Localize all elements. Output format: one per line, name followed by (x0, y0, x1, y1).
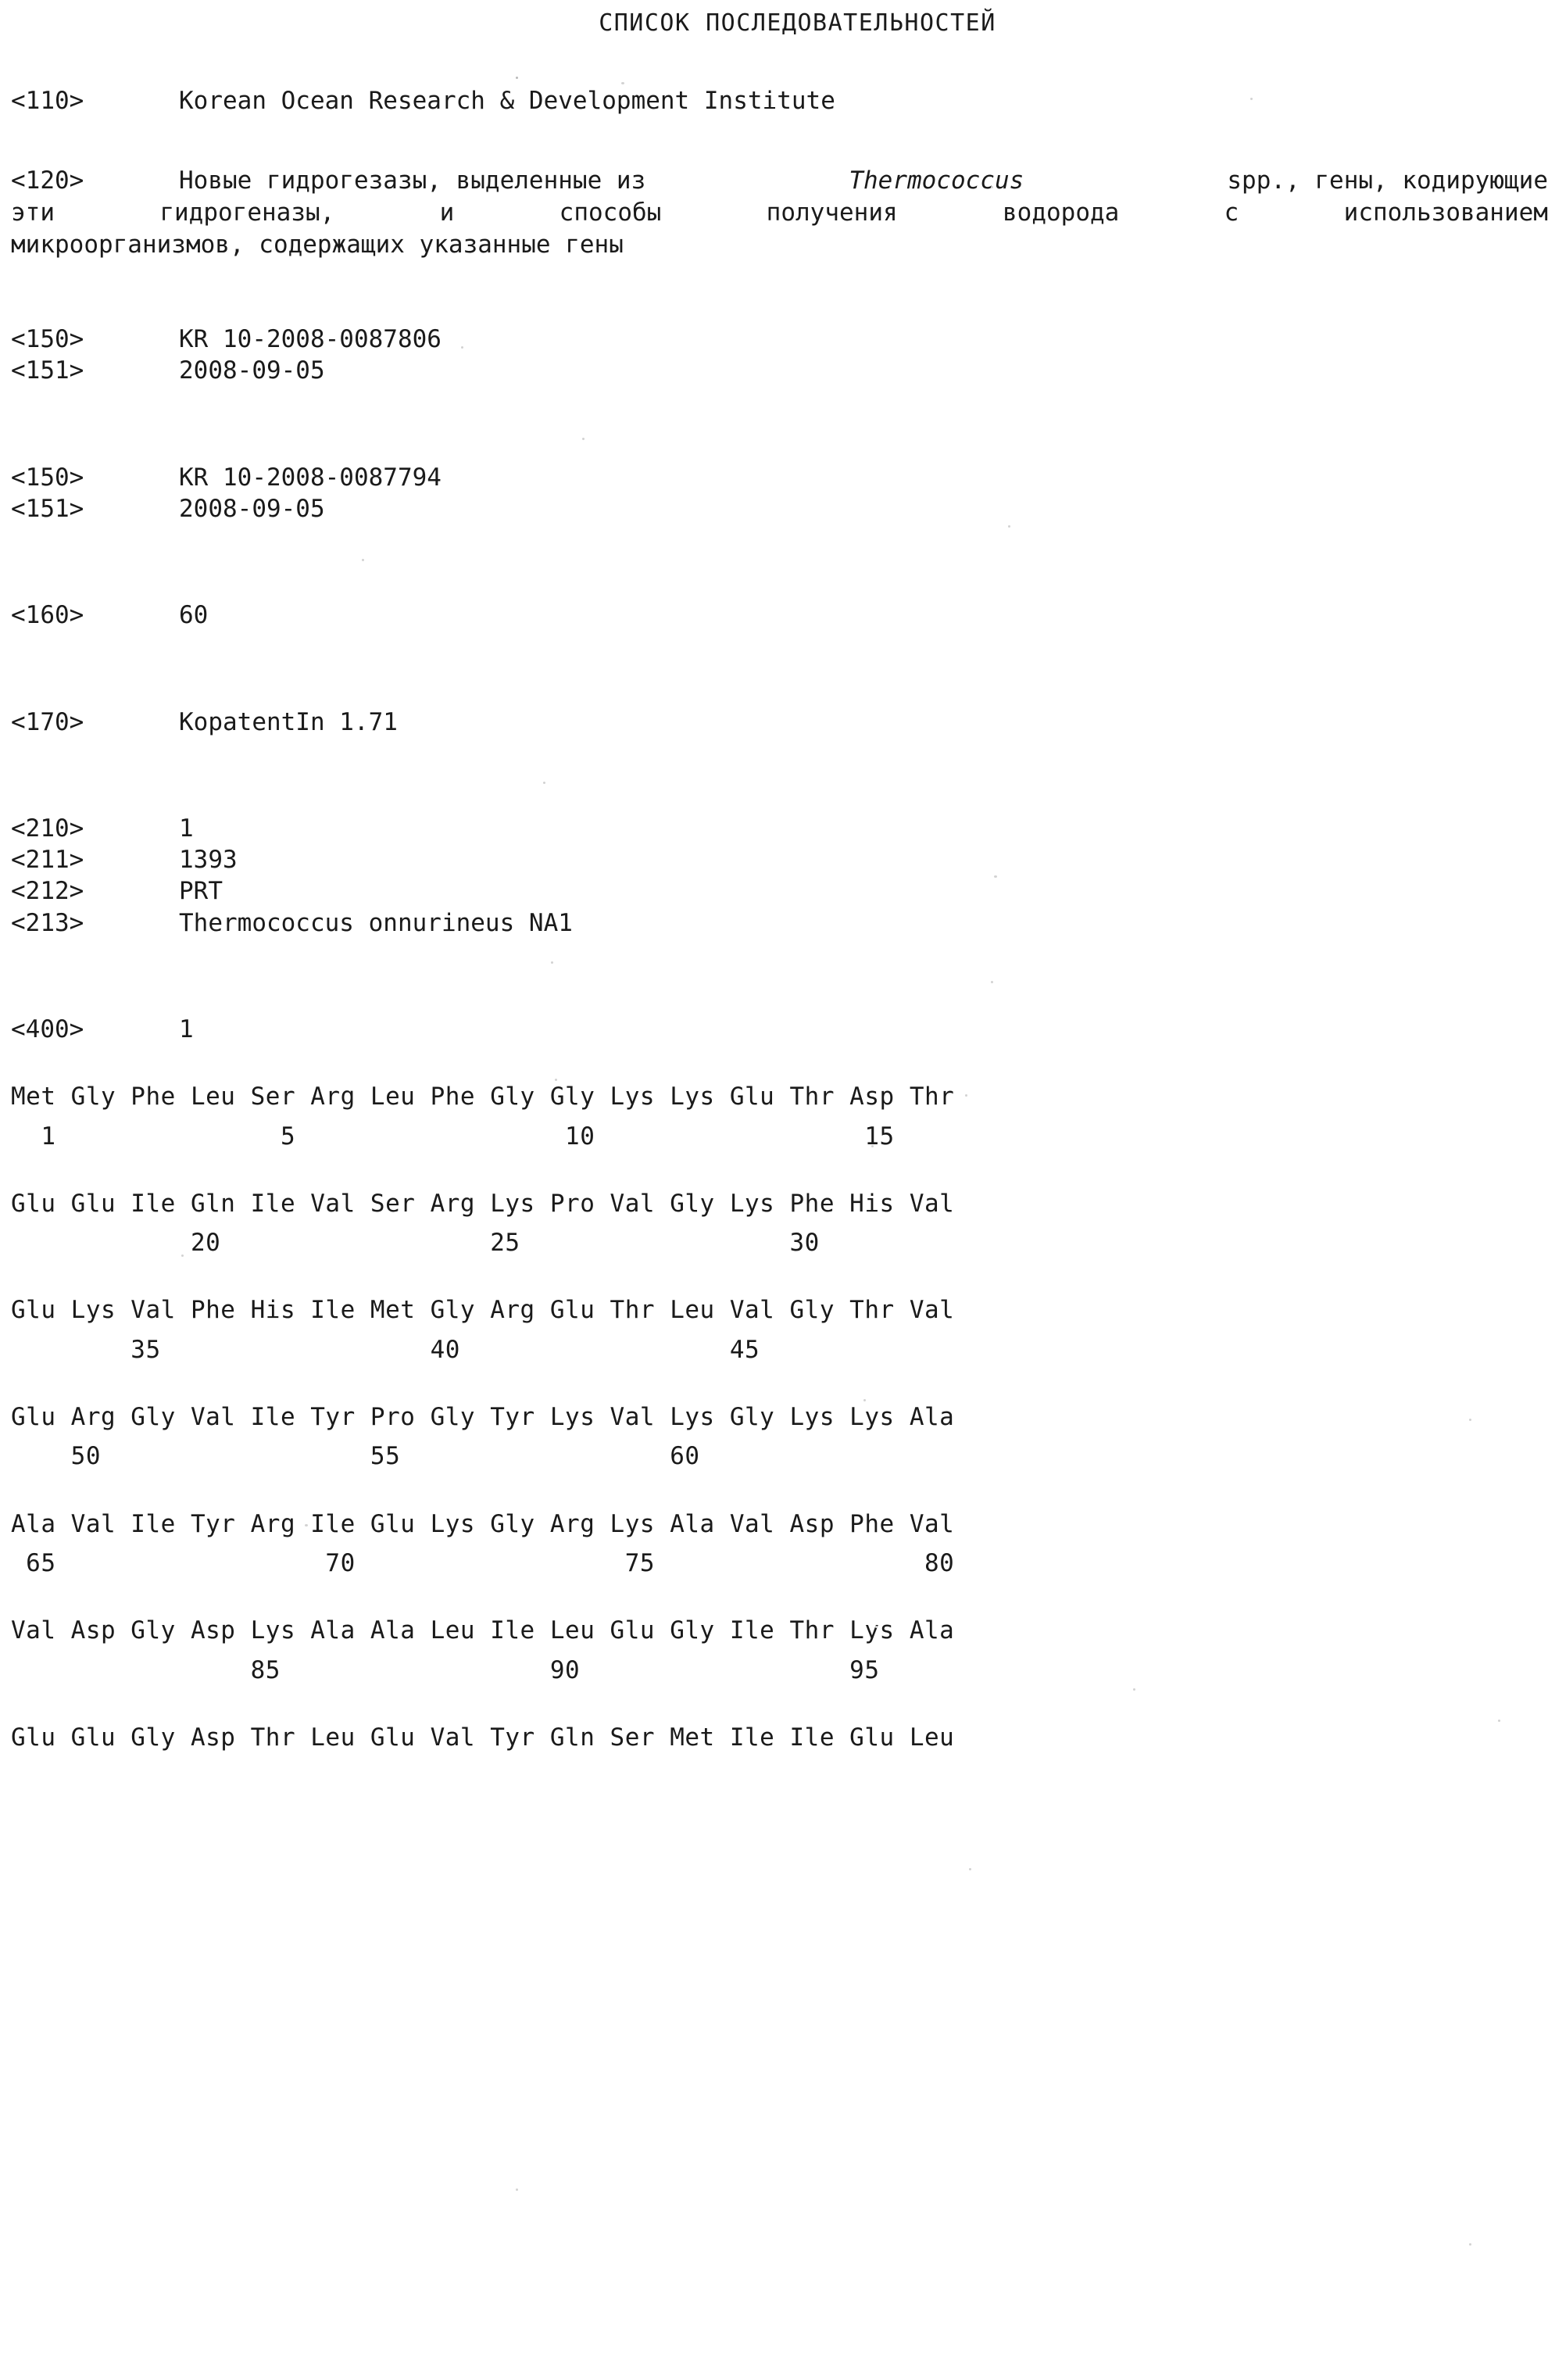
sequence-listing-page: СПИСОК ПОСЛЕДОВАТЕЛЬНОСТЕЙ <110> Korean … (0, 0, 1548, 2380)
field-molecule-type: <212> PRT (11, 875, 1548, 907)
invention-title-line-2-body: эти гидрогеназы, и способы получения вод… (11, 197, 1548, 229)
amino-acid-sequence: Met Gly Phe Leu Ser Arg Leu Phe Gly Gly … (0, 1081, 1548, 1753)
invention-title-word: способы (559, 199, 662, 227)
sequence-position-numbers: 20 25 30 (11, 1229, 820, 1258)
invention-title-line-3: микроорганизмов, содержащих указанные ге… (11, 229, 1548, 261)
field-tag-160: <160> (11, 601, 84, 630)
invention-title-line-2: эти гидрогеназы, и способы получения вод… (11, 197, 1548, 229)
field-value-molecule-type: PRT (179, 877, 223, 906)
field-tag-170: <170> (11, 707, 84, 736)
field-value-sequence-header: 1 (179, 1015, 194, 1043)
sequence-residues: Glu Lys Val Phe His Ile Met Gly Arg Glu … (11, 1296, 955, 1325)
invention-title-word: эти (11, 199, 55, 227)
sequence-residues: Glu Glu Gly Asp Thr Leu Glu Val Tyr Gln … (11, 1723, 955, 1752)
field-sequence-length: <211> 1393 (11, 844, 1548, 875)
field-tag-210: <210> (11, 814, 84, 843)
sequence-position-numbers: 50 55 60 (11, 1442, 700, 1471)
invention-title-word: с (1224, 199, 1239, 227)
field-tag-211: <211> (11, 846, 84, 875)
field-tag-151-first: <151> (11, 356, 84, 385)
sequence-block: Val Asp Gly Asp Lys Ala Ala Leu Ile Leu … (11, 1615, 1548, 1686)
invention-title-seg-1: Новые гидрогезазы, выделенные из (179, 166, 646, 195)
field-tag-150-first: <150> (11, 325, 84, 354)
sequence-residues: Glu Arg Gly Val Ile Tyr Pro Gly Tyr Lys … (11, 1403, 955, 1432)
sequence-block: Glu Glu Gly Asp Thr Leu Glu Val Tyr Gln … (11, 1722, 1548, 1753)
field-priority-number-2: <150> KR 10-2008-0087794 (11, 462, 1548, 493)
field-tag-151-second: <151> (11, 494, 84, 523)
scan-speck (1469, 2243, 1471, 2246)
field-seq-id-number: <210> 1 (11, 813, 1548, 844)
sequence-block: Met Gly Phe Leu Ser Arg Leu Phe Gly Gly … (11, 1081, 1548, 1152)
field-value-priority-date-2: 2008-09-05 (179, 494, 325, 523)
field-value-priority-number-1: KR 10-2008-0087806 (179, 325, 442, 354)
sequence-block: Ala Val Ile Tyr Arg Ile Glu Lys Gly Arg … (11, 1509, 1548, 1580)
field-tag-212: <212> (11, 877, 84, 906)
scan-speck (516, 2189, 518, 2191)
invention-title-seg-2: spp., гены, кодирующие (1227, 166, 1548, 195)
field-value-applicant: Korean Ocean Research & Development Inst… (179, 87, 835, 115)
organism-name-italic: Thermococcus (849, 166, 1024, 195)
field-priority-number-1: <150> KR 10-2008-0087806 (11, 324, 1548, 355)
field-invention-title: <120> Новые гидрогезазы, выделенные из T… (11, 165, 1548, 261)
sequence-block: Glu Arg Gly Val Ile Tyr Pro Gly Tyr Lys … (11, 1401, 1548, 1473)
field-software: <170> KopatentIn 1.71 (11, 707, 1548, 738)
invention-title-word: использованием (1343, 199, 1548, 227)
scan-speck (969, 1868, 971, 1870)
field-tag-400: <400> (11, 1015, 84, 1043)
sequence-residues: Ala Val Ile Tyr Arg Ile Glu Lys Gly Arg … (11, 1509, 955, 1538)
invention-title-line-3-text: микроорганизмов, содержащих указанные ге… (11, 231, 624, 259)
field-value-number-of-sequences: 60 (179, 601, 209, 630)
field-priority-date-1: <151> 2008-09-05 (11, 355, 1548, 386)
invention-title-word: водорода (1003, 199, 1120, 227)
invention-title-word: получения (766, 199, 898, 227)
field-tag-120: <120> (11, 166, 84, 195)
field-value-organism: Thermococcus onnurineus NA1 (179, 908, 573, 937)
sequence-position-numbers: 65 70 75 80 (11, 1548, 955, 1577)
field-number-of-sequences: <160> 60 (11, 599, 1548, 631)
invention-title-line-1: <120> Новые гидрогезазы, выделенные из T… (11, 165, 1548, 197)
field-value-priority-number-2: KR 10-2008-0087794 (179, 463, 442, 492)
field-value-priority-date-1: 2008-09-05 (179, 356, 325, 385)
sequence-position-numbers: 35 40 45 (11, 1335, 760, 1364)
sequence-position-numbers: 1 5 10 15 (11, 1122, 895, 1151)
field-sequence-header: <400> 1 (11, 1014, 1548, 1045)
sequence-residues: Met Gly Phe Leu Ser Arg Leu Phe Gly Gly … (11, 1083, 955, 1111)
sequence-block: Glu Glu Ile Gln Ile Val Ser Arg Lys Pro … (11, 1188, 1548, 1259)
field-value-sequence-length: 1393 (179, 846, 238, 875)
invention-title-word: и (439, 199, 455, 227)
field-tag-213: <213> (11, 908, 84, 937)
field-tag-110: <110> (11, 87, 84, 115)
page-title: СПИСОК ПОСЛЕДОВАТЕЛЬНОСТЕЙ (599, 9, 996, 37)
invention-title-word: гидрогеназы, (159, 199, 335, 227)
field-organism: <213> Thermococcus onnurineus NA1 (11, 907, 1548, 939)
sequence-residues: Glu Glu Ile Gln Ile Val Ser Arg Lys Pro … (11, 1189, 955, 1218)
field-value-software: KopatentIn 1.71 (179, 707, 398, 736)
field-priority-date-2: <151> 2008-09-05 (11, 493, 1548, 524)
sequence-residues: Val Asp Gly Asp Lys Ala Ala Leu Ile Leu … (11, 1616, 955, 1645)
invention-title-line-1-body: Новые гидрогезазы, выделенные из Thermoc… (179, 165, 1548, 197)
sequence-block: Glu Lys Val Phe His Ile Met Gly Arg Glu … (11, 1294, 1548, 1365)
field-tag-150-second: <150> (11, 463, 84, 492)
field-value-seq-id-number: 1 (179, 814, 194, 843)
field-applicant: <110> Korean Ocean Research & Developmen… (11, 85, 1548, 116)
sequence-position-numbers: 85 90 95 (11, 1655, 880, 1684)
